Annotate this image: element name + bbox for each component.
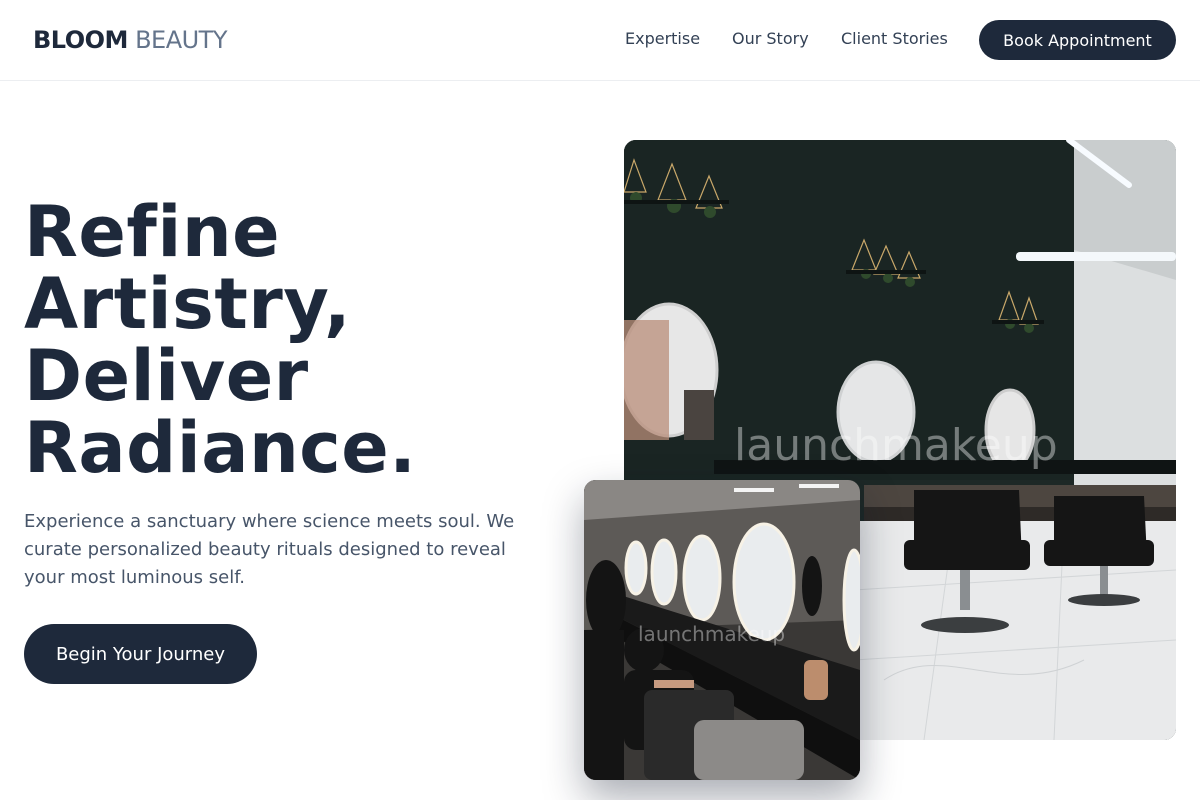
nav-link-expertise[interactable]: Expertise [625,29,700,49]
begin-journey-button[interactable]: Begin Your Journey [24,624,257,684]
headline-line: Deliver [24,335,309,417]
nav-link-client-stories[interactable]: Client Stories [841,29,948,49]
book-appointment-button[interactable]: Book Appointment [979,20,1176,60]
salon-stations-illustration [584,480,860,780]
hero-headline: Refine Artistry, Deliver Radiance. [24,196,584,484]
brand-logo[interactable]: BLOOM BEAUTY [33,25,227,55]
site-header: BLOOM BEAUTY Expertise Our Story Client … [0,0,1200,81]
logo-light-text: BEAUTY [135,26,227,54]
logo-bold-text: BLOOM [33,26,128,54]
headline-line: Artistry, [24,263,352,345]
headline-line: Refine [24,191,281,273]
salon-stations-photo: launchmakeup [584,480,860,780]
nav-link-our-story[interactable]: Our Story [732,29,809,49]
hero-lead-text: Experience a sanctuary where science mee… [24,511,515,588]
headline-line: Radiance. [24,407,417,489]
